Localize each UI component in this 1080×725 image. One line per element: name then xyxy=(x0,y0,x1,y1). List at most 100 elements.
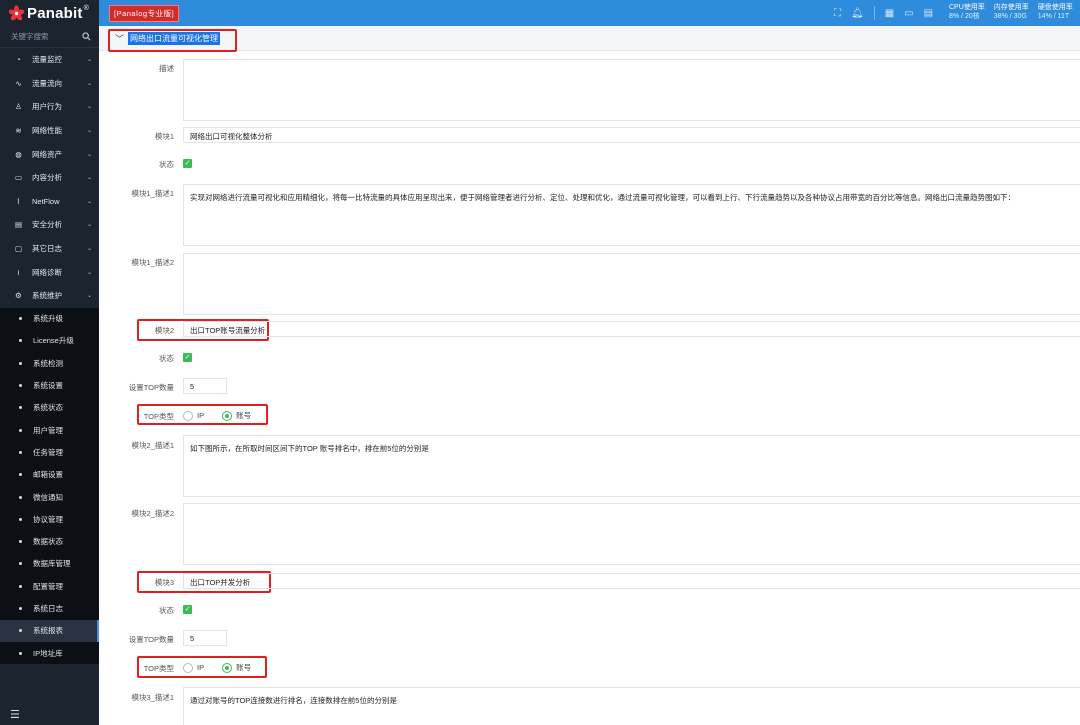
section-header[interactable]: ﹀ 网络出口流量可视化管理 xyxy=(99,26,1080,51)
sidebar-item-8[interactable]: ▢ 其它日志 ⌄ xyxy=(0,237,99,261)
sidebar-item-0[interactable]: ◔ 流量监控 ⌄ xyxy=(0,48,99,72)
sidebar-subitem-6[interactable]: 任务管理 xyxy=(0,441,99,463)
module2-desc2-label: 模块2_描述2 xyxy=(131,509,174,518)
sidebar-item-label: 网络性能 xyxy=(32,126,62,136)
sidebar-subitem-5[interactable]: 用户管理 xyxy=(0,419,99,441)
radio-ip[interactable] xyxy=(183,410,193,421)
sidebar-subitem-label: 系统检测 xyxy=(33,358,63,368)
sidebar-subitem-1[interactable]: License升级 xyxy=(0,330,99,352)
sidebar-subitem-3[interactable]: 系统设置 xyxy=(0,374,99,396)
module3-top-count-input[interactable]: 5 xyxy=(183,630,227,646)
module2-status-checkbox[interactable]: ✓ xyxy=(183,353,192,362)
sidebar-subitem-4[interactable]: 系统状态 xyxy=(0,397,99,419)
module3-top-type-group: IP 账号 xyxy=(183,662,251,673)
bullet-icon xyxy=(19,562,22,566)
bullet-icon xyxy=(19,495,22,499)
desc-textarea[interactable] xyxy=(183,59,1080,121)
sidebar-subitem-label: 系统升级 xyxy=(33,314,63,324)
module1-desc1-label: 模块1_描述1 xyxy=(131,189,174,198)
search-icon[interactable] xyxy=(82,32,91,41)
module1-status-checkbox[interactable]: ✓ xyxy=(183,159,192,168)
sidebar-subitem-9[interactable]: 协议管理 xyxy=(0,508,99,530)
top-bar: [Panalog专业版] ⛶ 🔔︎ ▦ ▭ ▤ CPU使用率 8% / 20核 内… xyxy=(99,0,1080,26)
sidebar-subitem-label: 配置管理 xyxy=(33,581,63,591)
edition-badge: [Panalog专业版] xyxy=(109,4,180,22)
module3-label: 模块3 xyxy=(154,578,174,587)
fullscreen-icon[interactable]: ⛶ xyxy=(834,8,841,19)
module2-top-count-input[interactable]: 5 xyxy=(183,378,227,394)
sidebar-item-label: 流量流向 xyxy=(32,78,62,88)
module3-top-type-label: TOP类型 xyxy=(143,664,174,673)
sidebar-item-5[interactable]: ▭ 内容分析 ⌄ xyxy=(0,166,99,190)
server-icon[interactable]: ▤ xyxy=(924,8,933,19)
sidebar-search[interactable]: 关键字搜索 xyxy=(0,26,99,48)
module1-desc1-textarea[interactable]: 实现对网络进行流量可视化和应用精细化，将每一比特流量的具体应用呈现出来，便于网络… xyxy=(183,184,1080,246)
sidebar-item-label: 其它日志 xyxy=(32,244,62,254)
sidebar-subitem-7[interactable]: 邮箱设置 xyxy=(0,464,99,486)
signal-icon: ≀ xyxy=(17,267,20,277)
bell-icon[interactable]: 🔔︎ xyxy=(851,8,864,19)
sidebar-item-4[interactable]: ◍ 网络资产 ⌄ xyxy=(0,142,99,166)
chevron-down-icon: ⌄ xyxy=(86,128,92,135)
module2-desc1-textarea[interactable]: 如下图所示，在所取时间区间下的TOP 账号排名中，排在前5位的分别是 xyxy=(183,435,1080,497)
cpu-stat: CPU使用率 8% / 20核 xyxy=(949,4,985,20)
grid-icon[interactable]: ▦ xyxy=(885,8,894,19)
top-icons: ⛶ 🔔︎ ▦ ▭ ▤ xyxy=(834,0,933,26)
sidebar-subitem-12[interactable]: 配置管理 xyxy=(0,575,99,597)
user-icon: ♙ xyxy=(15,102,22,112)
sidebar-subitem-15[interactable]: IP地址库 xyxy=(0,642,99,664)
chevron-down-icon: ⌄ xyxy=(86,198,92,205)
logo[interactable]: Panabit ® xyxy=(0,0,99,26)
sidebar-subitem-10[interactable]: 数据状态 xyxy=(0,531,99,553)
sidebar-subitem-label: 协议管理 xyxy=(33,514,63,524)
chevron-down-icon: ⌄ xyxy=(86,175,92,182)
bullet-icon xyxy=(19,361,22,365)
module3-desc1-textarea[interactable]: 通过对账号的TOP连接数进行排名，连接数排在前5位的分别是 xyxy=(183,687,1080,725)
module1-desc2-label: 模块1_描述2 xyxy=(131,258,174,267)
module2-input[interactable]: 出口TOP账号流量分析 xyxy=(183,321,1080,337)
sidebar-subitem-label: 数据状态 xyxy=(33,537,63,547)
sidebar-subnav: 系统升级 License升级系统检测系统设置 系统状态 用户管理任务管理邮箱设置微信通… xyxy=(0,307,99,665)
module2-status-label: 状态 xyxy=(159,354,174,363)
module2-desc2-textarea[interactable] xyxy=(183,503,1080,565)
monitor-icon[interactable]: ▭ xyxy=(904,8,913,19)
sidebar-item-label: 安全分析 xyxy=(32,220,62,230)
module1-input[interactable]: 网络出口可视化整体分析 xyxy=(183,127,1080,143)
bullet-icon xyxy=(19,629,22,633)
sidebar-subitem-13[interactable]: 系统日志 xyxy=(0,597,99,619)
sidebar-item-label: 流量监控 xyxy=(32,55,62,65)
sidebar-subitem-label: 邮箱设置 xyxy=(33,470,63,480)
module1-status-label: 状态 xyxy=(159,160,174,169)
sidebar-item-label: 系统维护 xyxy=(32,291,62,301)
bullet-icon xyxy=(19,450,22,454)
sidebar-subitem-2[interactable]: 系统检测 xyxy=(0,352,99,374)
sidebar-subitem-label: 数据库管理 xyxy=(33,559,71,569)
module3-input[interactable]: 出口TOP并发分析 xyxy=(183,573,1080,589)
sidebar-subitem-label: 任务管理 xyxy=(33,447,63,457)
sidebar-item-2[interactable]: ♙ 用户行为 ⌄ xyxy=(0,95,99,119)
radio-ip[interactable] xyxy=(183,662,193,673)
sidebar-item-label: 网络诊断 xyxy=(32,267,62,277)
main-content: ﹀ 网络出口流量可视化管理 描述 模块1 网络出口可视化整体分析 状态 ✓ 模块… xyxy=(99,26,1080,725)
sidebar-subitem-11[interactable]: 数据库管理 xyxy=(0,553,99,575)
menu-collapse-icon[interactable]: ☰ xyxy=(10,708,20,721)
sidebar-subitem-0[interactable]: 系统升级 xyxy=(0,308,99,330)
radio-account[interactable] xyxy=(222,662,233,673)
module2-top-type-group: IP 账号 xyxy=(183,410,251,421)
sidebar-item-9[interactable]: ≀ 网络诊断 ⌄ xyxy=(0,260,99,284)
module3-desc1-label: 模块3_描述1 xyxy=(131,693,174,702)
globe-icon: ◍ xyxy=(15,149,22,159)
sidebar-item-10[interactable]: ⚙ 系统维护 ⌄ xyxy=(0,284,99,308)
sidebar-subitem-8[interactable]: 微信通知 xyxy=(0,486,99,508)
book-icon: ▭ xyxy=(14,173,23,183)
sidebar-subitem-14[interactable]: 系统报表 xyxy=(0,619,99,642)
module1-desc2-textarea[interactable] xyxy=(183,253,1080,315)
chevron-down-icon: ⌄ xyxy=(86,222,92,229)
sidebar-item-7[interactable]: ▤ 安全分析 ⌄ xyxy=(0,213,99,237)
radio-account[interactable] xyxy=(222,410,233,421)
sidebar-item-3[interactable]: ≋ 网络性能 ⌄ xyxy=(0,119,99,143)
bullet-icon xyxy=(19,406,22,410)
sidebar-item-6[interactable]: ⌇ NetFlow ⌄ xyxy=(0,190,99,214)
module3-status-checkbox[interactable]: ✓ xyxy=(183,605,192,614)
sidebar-item-1[interactable]: ∿ 流量流向 ⌄ xyxy=(0,72,99,96)
